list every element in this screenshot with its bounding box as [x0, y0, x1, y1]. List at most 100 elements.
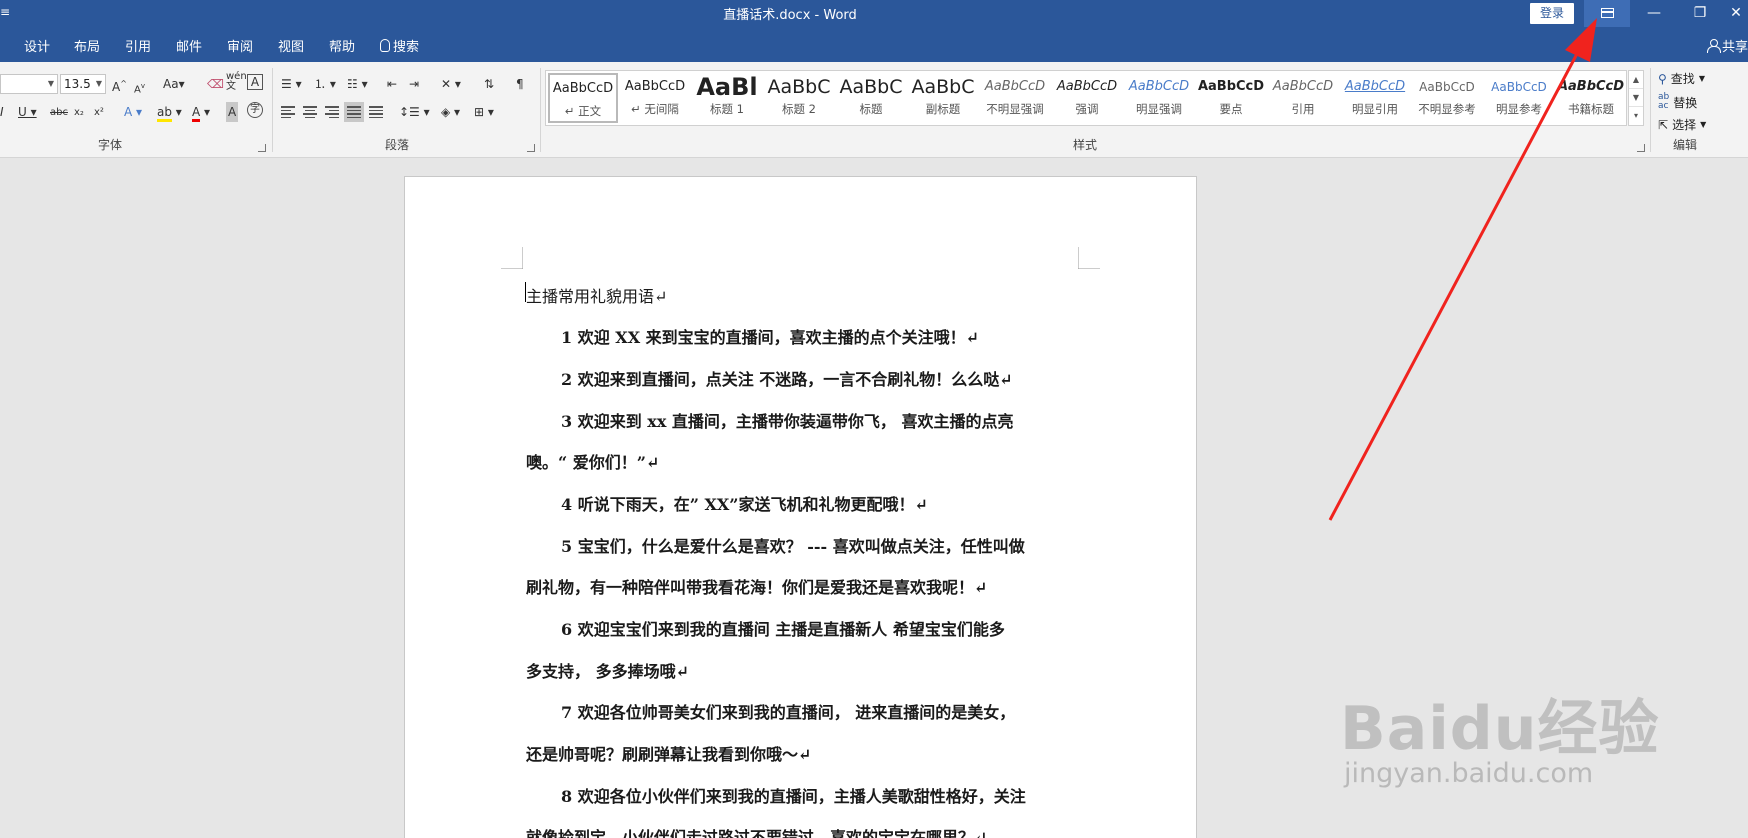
style-subtle-reference[interactable]: AaBbCcD 不明显参考 [1412, 73, 1482, 123]
tab-layout[interactable]: 布局 [74, 36, 100, 55]
document-page[interactable]: 主播常用礼貌用语↵ 1 欢迎 XX 来到宝宝的直播间，喜欢主播的点个关注哦！↵ … [404, 176, 1197, 838]
document-line[interactable]: 1 欢迎 XX 来到宝宝的直播间，喜欢主播的点个关注哦！↵ [561, 324, 1121, 348]
document-line[interactable]: 5 宝宝们，什么是爱什么是喜欢？ --- 喜欢叫做点关注，任性叫做 [561, 533, 1121, 557]
paragraph-dialog-launcher-icon[interactable] [527, 144, 535, 152]
shading-icon[interactable]: ◈ ▾ [441, 102, 460, 122]
increase-indent-icon[interactable]: ⇥ [409, 74, 419, 94]
scroll-down-icon[interactable]: ▼ [1629, 89, 1643, 107]
align-right-icon[interactable] [325, 106, 339, 118]
superscript-button[interactable]: x² [94, 103, 104, 123]
chevron-down-icon: ▼ [47, 79, 54, 88]
borders-icon[interactable]: ⊞ ▾ [474, 102, 494, 122]
multilevel-list-icon[interactable]: ☷ ▾ [347, 74, 368, 94]
close-button[interactable]: ✕ [1713, 0, 1748, 27]
style-no-spacing[interactable]: AaBbCcD ↵ 无间隔 [620, 73, 690, 123]
login-button[interactable]: 登录 [1530, 3, 1574, 24]
document-line[interactable]: 刷礼物，有一种陪伴叫带我看花海！你们是爱我还是喜欢我呢！↵ [526, 574, 1086, 598]
find-button[interactable]: ⚲ 查找 ▼ [1658, 70, 1705, 87]
document-line[interactable]: 3 欢迎来到 xx 直播间，主播带你装逼带你飞， 喜欢主播的点亮 [561, 408, 1121, 432]
subscript-button[interactable]: x₂ [74, 103, 84, 123]
tab-help[interactable]: 帮助 [329, 36, 355, 55]
font-group-label: 字体 [98, 138, 123, 152]
font-size-combo[interactable]: 13.5 ▼ [60, 74, 106, 94]
style-heading-2[interactable]: AaBbC 标题 2 [764, 73, 834, 123]
italic-button[interactable]: I [0, 102, 4, 122]
ribbon-display-options-button[interactable] [1584, 0, 1630, 27]
minimize-button[interactable]: — [1631, 0, 1677, 27]
document-line[interactable]: 8 欢迎各位小伙伴们来到我的直播间，主播人美歌甜性格好，关注 [561, 783, 1121, 807]
style-normal[interactable]: AaBbCcD ↵ 正文 [548, 73, 618, 123]
tab-mailings[interactable]: 邮件 [176, 36, 202, 55]
style-sample: AaBbCcD [1344, 79, 1406, 94]
style-subtle-emphasis[interactable]: AaBbCcD 不明显强调 [980, 73, 1050, 123]
style-book-title[interactable]: AaBbCcD 书籍标题 [1556, 73, 1626, 123]
select-button[interactable]: ⇱ 选择 ▼ [1658, 116, 1706, 133]
document-line[interactable]: 还是帅哥呢？刷刷弹幕让我看到你哦～↵ [526, 741, 1086, 765]
style-title[interactable]: AaBbC 标题 [836, 73, 906, 123]
styles-dialog-launcher-icon[interactable] [1637, 144, 1645, 152]
scroll-up-icon[interactable]: ▲ [1629, 71, 1643, 89]
decrease-indent-icon[interactable]: ⇤ [387, 74, 397, 94]
find-label: 查找 [1670, 72, 1695, 86]
tab-references[interactable]: 引用 [125, 36, 151, 55]
align-center-icon[interactable] [303, 106, 317, 118]
style-sample: AaBbCcD [624, 79, 686, 94]
document-line[interactable]: 2 欢迎来到直播间，点关注 不迷路，一言不合刷礼物！么么哒↵ [561, 366, 1121, 390]
strikethrough-button[interactable]: abc [50, 103, 68, 123]
change-case-button[interactable]: Aa▾ [163, 74, 185, 94]
clear-formatting-icon[interactable]: ⌫ [207, 74, 224, 94]
chevron-down-icon: ▼ [1698, 74, 1705, 83]
document-line[interactable]: 多支持， 多多捧场哦↵ [526, 658, 1086, 682]
phonetic-guide-icon[interactable]: wén 文 [226, 72, 247, 92]
character-border-icon[interactable]: A [247, 74, 263, 90]
shrink-font-icon[interactable]: Av [134, 76, 145, 96]
style-strong[interactable]: AaBbCcD 要点 [1196, 73, 1266, 123]
justify-icon[interactable] [344, 102, 364, 122]
line-spacing-icon[interactable]: ↕☰ ▾ [399, 102, 430, 122]
style-sample: AaBl [696, 73, 758, 101]
document-line[interactable]: 4 听说下雨天，在” XX”家送飞机和礼物更配哦！↵ [561, 491, 1121, 515]
font-dialog-launcher-icon[interactable] [258, 144, 266, 152]
bullets-icon[interactable]: ☰ ▾ [281, 74, 302, 94]
styles-gallery-scroll[interactable]: ▲ ▼ ▾ [1628, 70, 1644, 126]
more-styles-icon[interactable]: ▾ [1629, 107, 1643, 125]
style-sample: AaBbC [767, 76, 831, 98]
style-subtitle[interactable]: AaBbC 副标题 [908, 73, 978, 123]
tab-review[interactable]: 审阅 [227, 36, 253, 55]
style-quote[interactable]: AaBbCcD 引用 [1268, 73, 1338, 123]
document-line[interactable]: 噢。“ 爱你们！”↵ [526, 449, 1086, 473]
document-line[interactable]: 6 欢迎宝宝们来到我的直播间 主播是直播新人 希望宝宝们能多 [561, 616, 1121, 640]
style-emphasis[interactable]: AaBbCcD 强调 [1052, 73, 1122, 123]
document-heading[interactable]: 主播常用礼貌用语↵ [526, 283, 1086, 307]
enclose-characters-icon[interactable]: 字 [247, 102, 263, 118]
distributed-icon[interactable] [369, 106, 383, 118]
replace-button[interactable]: ab ac 替换 [1658, 93, 1697, 111]
underline-button[interactable]: U ▾ [18, 102, 37, 122]
highlight-color-icon[interactable]: ab ▾ [157, 102, 182, 122]
font-color-icon[interactable]: A ▾ [192, 102, 210, 122]
numbering-icon[interactable]: ⒈ ▾ [314, 74, 336, 94]
share-button[interactable]: 共享 [1706, 36, 1748, 55]
style-name: 明显参考 [1496, 102, 1542, 116]
font-name-combo[interactable]: ▼ [0, 74, 58, 94]
character-shading-icon[interactable]: A [226, 102, 239, 122]
style-name: 引用 [1291, 102, 1315, 116]
chinese-layout-icon[interactable]: ✕ ▾ [441, 74, 461, 94]
tab-design[interactable]: 设计 [24, 36, 50, 55]
group-divider [272, 68, 273, 152]
tell-me-search[interactable]: 搜索 [380, 36, 419, 55]
style-heading-1[interactable]: AaBl 标题 1 [692, 73, 762, 123]
align-left-icon[interactable] [281, 106, 295, 118]
grow-font-icon[interactable]: A^ [112, 74, 127, 94]
document-line[interactable]: 7 欢迎各位帅哥美女们来到我的直播间， 进来直播间的是美女， [561, 699, 1121, 723]
style-sample: AaBbCcD [1557, 79, 1625, 94]
style-intense-reference[interactable]: AaBbCcD 明显参考 [1484, 73, 1554, 123]
document-line[interactable]: 就像捡到宝，小伙伴们走过路过不要错过，喜欢的宝宝在哪里？↵ [526, 824, 1086, 838]
style-intense-emphasis[interactable]: AaBbCcD 明显强调 [1124, 73, 1194, 123]
search-icon: ⚲ [1658, 71, 1667, 86]
tab-view[interactable]: 视图 [278, 36, 304, 55]
show-formatting-marks-icon[interactable]: ¶ [516, 74, 524, 94]
sort-icon[interactable]: ⇅ [484, 74, 494, 94]
style-intense-quote[interactable]: AaBbCcD 明显引用 [1340, 73, 1410, 123]
text-effects-icon[interactable]: A ▾ [124, 102, 142, 122]
